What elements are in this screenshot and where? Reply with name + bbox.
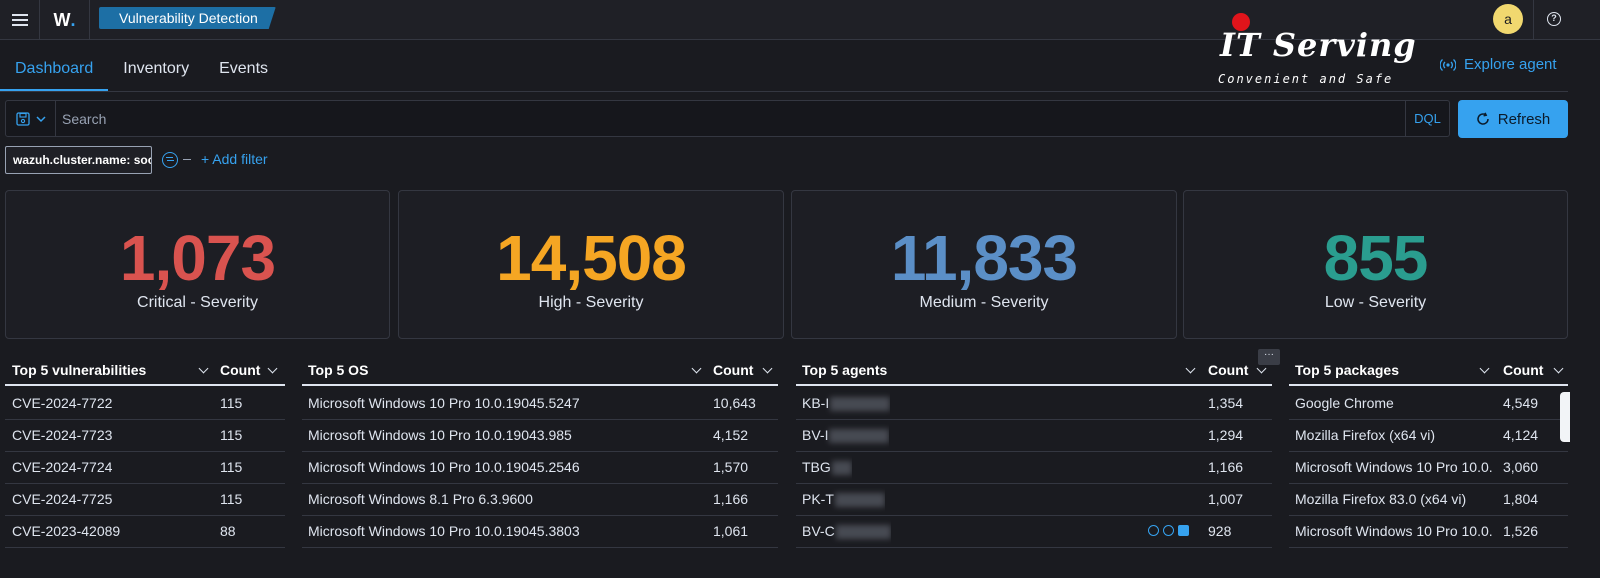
table-row[interactable]: Microsoft Windows 10 Pro 10.0.19045.5247… xyxy=(302,388,778,420)
table-row[interactable]: BV-I 1,294 xyxy=(796,420,1272,452)
chevron-down-icon[interactable] xyxy=(1185,363,1196,374)
tab-bar: Dashboard Inventory Events xyxy=(0,40,283,92)
chevron-down-icon[interactable] xyxy=(1479,363,1490,374)
metric-label: High - Severity xyxy=(538,294,644,311)
metric-critical: 1,073 Critical - Severity xyxy=(5,190,390,339)
filter-out-icon[interactable] xyxy=(1163,525,1174,536)
table-row[interactable]: CVE-2024-7725 115 xyxy=(5,484,285,516)
table-row[interactable]: Google Chrome 4,549 xyxy=(1289,388,1568,420)
explore-agent-label: Explore agent xyxy=(1464,56,1557,73)
metric-high: 14,508 High - Severity xyxy=(398,190,784,339)
table-row[interactable]: Microsoft Windows 10 Pro 10.0.19045.3803… xyxy=(302,516,778,548)
chevron-down-icon xyxy=(35,115,46,122)
table-top-packages: Top 5 packages Count Google Chrome 4,549 … xyxy=(1289,354,1568,548)
column-header[interactable]: Top 5 packages xyxy=(1295,354,1399,386)
redacted-text xyxy=(829,429,890,444)
saved-queries-button[interactable] xyxy=(6,101,56,136)
metric-value: 855 xyxy=(1323,222,1429,294)
search-input[interactable] xyxy=(62,101,1402,136)
save-icon xyxy=(15,111,30,126)
redacted-text xyxy=(830,397,891,412)
metric-label: Critical - Severity xyxy=(137,294,258,311)
menu-button[interactable] xyxy=(0,0,40,40)
table-top-agents: Top 5 agents Count KB-I 1,354 BV-I 1,294 T… xyxy=(796,354,1272,548)
tab-events[interactable]: Events xyxy=(204,40,283,92)
panel-options-icon[interactable]: ··· xyxy=(1258,349,1280,365)
redacted-text xyxy=(835,525,891,540)
table-row[interactable]: CVE-2024-7724 115 xyxy=(5,452,285,484)
cell-actions xyxy=(1148,525,1189,536)
explore-agent-button[interactable]: Explore agent xyxy=(1440,56,1557,73)
user-avatar[interactable]: a xyxy=(1493,4,1523,34)
table-row[interactable]: Mozilla Firefox 83.0 (x64 vi) 1,804 xyxy=(1289,484,1568,516)
redacted-text xyxy=(834,493,885,508)
signal-icon xyxy=(1440,58,1456,71)
chevron-down-icon[interactable] xyxy=(267,363,278,374)
column-header[interactable]: Top 5 OS xyxy=(308,354,368,386)
help-icon[interactable]: ? xyxy=(1547,12,1561,26)
column-header-count[interactable]: Count xyxy=(1503,354,1543,386)
metric-value: 14,508 xyxy=(496,222,687,294)
metric-medium: 11,833 Medium - Severity xyxy=(791,190,1177,339)
brand-name: IT Serving xyxy=(1220,26,1417,64)
table-row[interactable]: Microsoft Windows 10 Pro 10.0. 1,526 xyxy=(1289,516,1568,548)
query-language-toggle[interactable]: DQL xyxy=(1405,101,1449,136)
filter-in-icon[interactable] xyxy=(1148,525,1159,536)
tab-inventory[interactable]: Inventory xyxy=(108,40,204,92)
metric-label: Medium - Severity xyxy=(919,294,1049,311)
table-top-vulnerabilities: Top 5 vulnerabilities Count CVE-2024-772… xyxy=(5,354,285,548)
expand-icon[interactable] xyxy=(1178,525,1189,536)
metric-label: Low - Severity xyxy=(1324,294,1427,311)
column-header-count[interactable]: Count xyxy=(713,354,753,386)
table-row[interactable]: PK-T 1,007 xyxy=(796,484,1272,516)
redacted-text xyxy=(831,461,852,476)
brand-watermark: IT Serving Convenient and Safe xyxy=(1210,8,1416,92)
table-row[interactable]: KB-I 1,354 xyxy=(796,388,1272,420)
column-header[interactable]: Top 5 vulnerabilities xyxy=(12,354,146,386)
table-row[interactable]: CVE-2024-7722 115 xyxy=(5,388,285,420)
brand-tagline: Convenient and Safe xyxy=(1218,72,1394,86)
table-top-os: Top 5 OS Count Microsoft Windows 10 Pro … xyxy=(302,354,778,548)
app-title-badge[interactable]: Vulnerability Detection xyxy=(99,7,276,29)
tab-dashboard[interactable]: Dashboard xyxy=(0,40,109,92)
refresh-button[interactable]: Refresh xyxy=(1458,100,1568,138)
refresh-icon xyxy=(1476,112,1489,125)
table-row[interactable]: CVE-2024-7723 115 xyxy=(5,420,285,452)
table-row[interactable]: CVE-2023-42089 88 xyxy=(5,516,285,548)
chevron-down-icon[interactable] xyxy=(198,363,209,374)
chevron-down-icon[interactable] xyxy=(762,363,773,374)
side-panel-handle[interactable] xyxy=(1560,392,1570,442)
column-header-count[interactable]: Count xyxy=(220,354,260,386)
metric-value: 11,833 xyxy=(890,222,1078,294)
filter-pill[interactable]: wazuh.cluster.name: soc xyxy=(5,146,152,174)
table-row[interactable]: BV-C 928 xyxy=(796,516,1272,548)
search-bar: DQL xyxy=(5,100,1450,137)
metric-value: 1,073 xyxy=(119,222,276,294)
table-row[interactable]: Microsoft Windows 10 Pro 10.0.19043.985 4… xyxy=(302,420,778,452)
hamburger-icon xyxy=(11,14,28,26)
table-row[interactable]: TBG 1,166 xyxy=(796,452,1272,484)
chevron-down-icon[interactable] xyxy=(691,363,702,374)
metric-low: 855 Low - Severity xyxy=(1183,190,1568,339)
add-filter-button[interactable]: + Add filter xyxy=(201,151,268,167)
table-row[interactable]: Mozilla Firefox (x64 vi) 4,124 xyxy=(1289,420,1568,452)
refresh-label: Refresh xyxy=(1497,110,1551,128)
chevron-down-icon[interactable] xyxy=(1256,363,1267,374)
table-row[interactable]: Microsoft Windows 10 Pro 10.0. 3,060 xyxy=(1289,452,1568,484)
table-row[interactable]: Microsoft Windows 8.1 Pro 6.3.9600 1,166 xyxy=(302,484,778,516)
column-header[interactable]: Top 5 agents xyxy=(802,354,887,386)
table-row[interactable]: Microsoft Windows 10 Pro 10.0.19045.2546… xyxy=(302,452,778,484)
wazuh-logo[interactable]: W. xyxy=(40,0,90,40)
chevron-down-icon[interactable] xyxy=(1553,363,1564,374)
filter-menu-icon[interactable] xyxy=(162,152,178,168)
column-header-count[interactable]: Count xyxy=(1208,354,1248,386)
